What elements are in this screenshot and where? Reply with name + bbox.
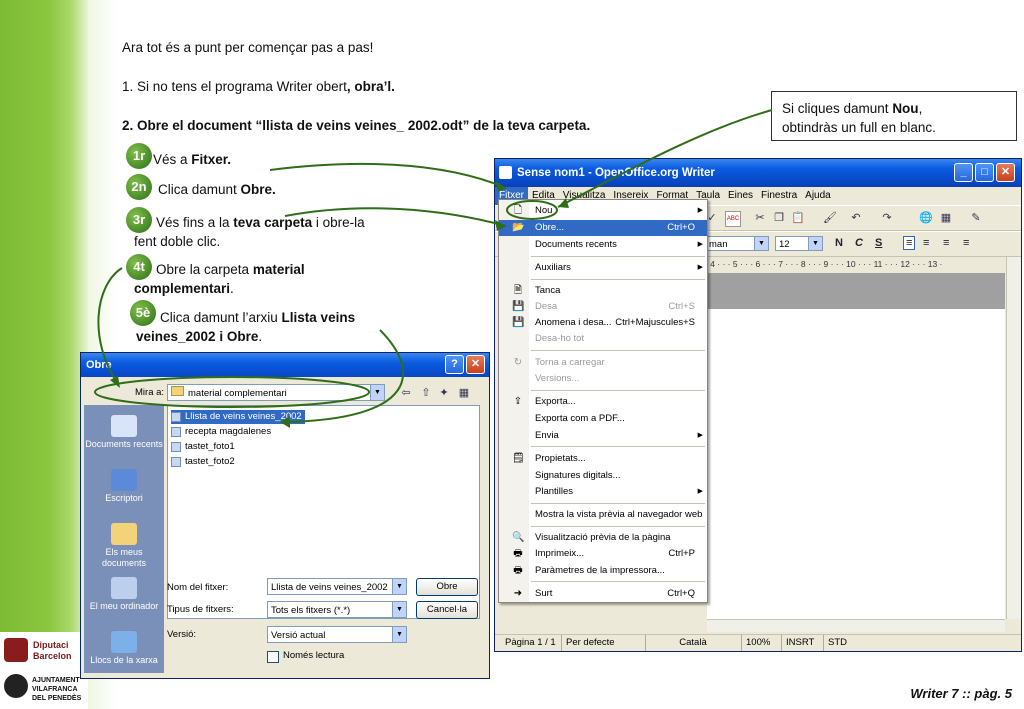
arrow-head: [280, 416, 290, 428]
arrow-head: [110, 376, 120, 388]
arrow-head: [558, 198, 569, 208]
arrow-to-file: [281, 329, 404, 423]
folder-highlight-ellipse: [94, 376, 370, 408]
page-footer: Writer 7 :: pàg. 5: [910, 686, 1012, 701]
arrow-to-obre: [284, 207, 507, 227]
arrow-head: [495, 220, 506, 231]
arrow-to-folder: [97, 267, 123, 385]
annotation-overlay: [94, 109, 773, 428]
nou-highlight-ellipse: [506, 200, 558, 220]
arrow-to-nou: [557, 109, 773, 208]
arrow-to-fitxer: [269, 162, 507, 189]
